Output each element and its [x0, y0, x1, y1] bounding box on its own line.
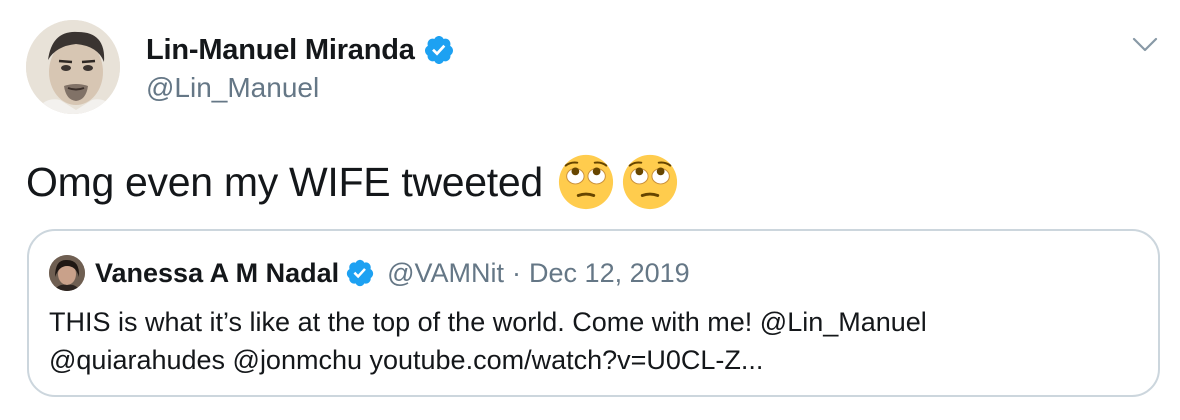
author-name-row: Lin-Manuel Miranda [146, 30, 455, 70]
face-with-rolling-eyes-emoji [622, 154, 677, 210]
author-name[interactable]: Lin-Manuel Miranda [146, 34, 415, 67]
tweet-text-row: Omg even my WIFE tweeted [26, 150, 679, 214]
quoted-tweet-body: THIS is what it’s like at the top of the… [49, 303, 1139, 379]
author-handle[interactable]: @Lin_Manuel [146, 72, 319, 104]
quoted-author-avatar-image [49, 255, 85, 291]
tweet-text: Omg even my WIFE tweeted [26, 158, 543, 205]
quoted-tweet-body-line-2: @quiarahudes @jonmchu youtube.com/watch?… [49, 345, 764, 375]
chevron-down-icon[interactable] [1130, 34, 1160, 56]
verified-badge-icon [346, 259, 374, 287]
quoted-tweet-body-line-1: THIS is what it’s like at the top of the… [49, 307, 927, 337]
quoted-tweet-header: Vanessa A M Nadal @VAMNit · Dec 12, 2019 [49, 253, 690, 293]
quoted-tweet-card[interactable]: Vanessa A M Nadal @VAMNit · Dec 12, 2019… [27, 229, 1160, 397]
quoted-tweet-date[interactable]: Dec 12, 2019 [529, 258, 690, 289]
author-avatar-image [26, 20, 120, 114]
author-avatar[interactable] [26, 20, 120, 114]
verified-badge-icon [424, 36, 453, 64]
face-with-rolling-eyes-emoji [558, 154, 613, 210]
quoted-author-avatar[interactable] [49, 255, 85, 291]
quoted-author-handle[interactable]: @VAMNit [387, 258, 504, 289]
separator-dot: · [512, 257, 522, 288]
quoted-author-name[interactable]: Vanessa A M Nadal [95, 258, 339, 289]
tweet-card: Lin-Manuel Miranda @Lin_Manuel Omg even … [0, 0, 1180, 420]
